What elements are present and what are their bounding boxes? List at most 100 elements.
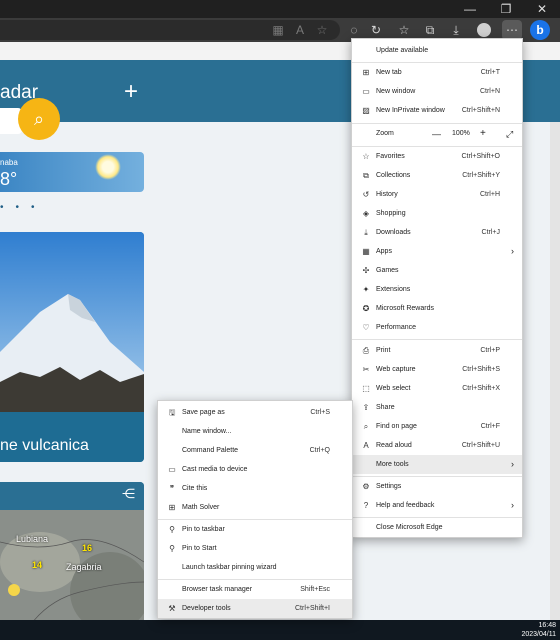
menu-item-close-edge[interactable]: Close Microsoft Edge <box>352 518 522 537</box>
help-icon: ? <box>363 501 369 510</box>
app-available-icon[interactable]: ▦ <box>268 20 288 40</box>
collections-icon: ⧉ <box>363 171 369 180</box>
math-solver-icon: ⊞ <box>168 503 176 512</box>
taskbar-clock[interactable]: 16:48 2023/04/11 <box>521 621 556 639</box>
new-window-icon: ▭ <box>362 87 370 96</box>
read-aloud-icon[interactable]: A <box>290 20 310 40</box>
submenu-item-pin-taskbar[interactable]: ⚲ Pin to taskbar <box>158 520 352 539</box>
extensions-icon: ✦ <box>362 285 370 294</box>
menu-item-settings[interactable]: ⚙ Settings <box>352 477 522 496</box>
find-icon: ⌕ <box>363 422 369 431</box>
page-scrollbar[interactable] <box>550 122 560 620</box>
menu-item-downloads[interactable]: ⤓ Downloads Ctrl+J <box>352 223 522 242</box>
refresh-icon[interactable]: ↻ <box>366 20 386 40</box>
submenu-item-pin-wizard[interactable]: Launch taskbar pinning wizard <box>158 558 352 577</box>
favorites-star-icon: ☆ <box>362 152 370 161</box>
weather-city: naba <box>0 158 18 167</box>
carousel-dots[interactable]: ••• <box>0 202 47 213</box>
weather-map-image <box>0 482 144 620</box>
submenu-item-task-manager[interactable]: Browser task manager Shift+Esc <box>158 580 352 599</box>
weather-card[interactable]: naba 8° <box>0 152 144 192</box>
history-icon: ↺ <box>362 190 370 199</box>
map-temperature: 16 <box>82 543 93 553</box>
sun-icon <box>95 154 121 180</box>
menu-item-shopping[interactable]: ◈ Shopping <box>352 204 522 223</box>
submenu-item-cast[interactable]: ▭ Cast media to device <box>158 460 352 479</box>
menu-item-new-window[interactable]: ▭ New window Ctrl+N <box>352 82 522 101</box>
maximize-button[interactable]: ❐ <box>488 0 524 18</box>
minimize-button[interactable]: — <box>452 0 488 18</box>
bing-copilot-button[interactable]: b <box>530 20 550 40</box>
chevron-right-icon: › <box>511 500 514 510</box>
pin-icon: ⚲ <box>169 544 175 553</box>
menu-item-performance[interactable]: ♡ Performance <box>352 318 522 337</box>
zoom-in-button[interactable]: + <box>480 124 486 144</box>
submenu-item-developer-tools[interactable]: ⚒ Developer tools Ctrl+Shift+I <box>158 599 352 618</box>
submenu-item-save-page[interactable]: 🖫 Save page as Ctrl+S <box>158 403 352 422</box>
performance-heart-icon: ♡ <box>362 323 370 332</box>
new-tab-icon: ⊞ <box>362 68 370 77</box>
menu-item-history[interactable]: ↺ History Ctrl+H <box>352 185 522 204</box>
tracking-icon[interactable]: ◌ <box>344 20 364 40</box>
close-window-button[interactable]: ✕ <box>524 0 560 18</box>
settings-and-more-button[interactable]: ⋯ <box>502 20 522 40</box>
submenu-item-name-window[interactable]: Name window... <box>158 422 352 441</box>
map-city-label: Zagabria <box>66 562 102 572</box>
menu-item-print[interactable]: ⎙ Print Ctrl+P <box>352 341 522 360</box>
submenu-item-math-solver[interactable]: ⊞ Math Solver <box>158 498 352 517</box>
weather-map-card[interactable]: ⋲ Lubiana Zagabria 16 14 <box>0 482 144 620</box>
menu-item-new-tab[interactable]: ⊞ New tab Ctrl+T <box>352 63 522 82</box>
rewards-medal-icon: ✪ <box>362 304 370 313</box>
gear-icon: ⚙ <box>362 482 370 491</box>
web-select-icon: ⬚ <box>362 384 370 393</box>
menu-item-games[interactable]: ✣ Games <box>352 261 522 280</box>
share-icon[interactable]: ⋲ <box>122 486 135 502</box>
menu-item-share[interactable]: ⇪ Share <box>352 398 522 417</box>
favorite-star-icon[interactable]: ☆ <box>312 20 332 40</box>
cast-icon: ▭ <box>168 465 176 474</box>
update-available-item[interactable]: Update available <box>352 41 522 60</box>
submenu-item-pin-start[interactable]: ⚲ Pin to Start <box>158 539 352 558</box>
fullscreen-icon[interactable]: ⤢ <box>506 124 513 144</box>
menu-item-rewards[interactable]: ✪ Microsoft Rewards <box>352 299 522 318</box>
weather-temperature: 8° <box>0 169 18 189</box>
chevron-right-icon: › <box>511 459 514 469</box>
menu-item-find[interactable]: ⌕ Find on page Ctrl+F <box>352 417 522 436</box>
inprivate-icon: ▨ <box>362 106 370 115</box>
menu-item-collections[interactable]: ⧉ Collections Ctrl+Shift+Y <box>352 166 522 185</box>
menu-item-read-aloud[interactable]: A Read aloud Ctrl+Shift+U <box>352 436 522 455</box>
quote-icon: ❞ <box>169 484 175 493</box>
profile-avatar[interactable] <box>474 20 494 40</box>
more-tools-submenu: 🖫 Save page as Ctrl+S Name window... Com… <box>157 400 353 619</box>
zoom-level: 100% <box>452 130 470 137</box>
menu-item-web-select[interactable]: ⬚ Web select Ctrl+Shift+X <box>352 379 522 398</box>
menu-item-more-tools[interactable]: More tools › <box>352 455 522 474</box>
avatar <box>477 23 491 37</box>
menu-item-extensions[interactable]: ✦ Extensions <box>352 280 522 299</box>
downloads-icon[interactable]: ⤓ <box>446 20 466 40</box>
address-bar[interactable] <box>0 20 340 40</box>
apps-icon: ▦ <box>362 247 370 256</box>
clock-date: 2023/04/11 <box>521 631 556 638</box>
menu-item-favorites[interactable]: ☆ Favorites Ctrl+Shift+O <box>352 147 522 166</box>
collections-icon[interactable]: ⧉ <box>420 20 440 40</box>
taskbar: 16:48 2023/04/11 <box>0 620 560 640</box>
favorites-icon[interactable]: ☆ <box>394 20 414 40</box>
pin-icon: ⚲ <box>169 525 175 534</box>
menu-item-help[interactable]: ? Help and feedback › <box>352 496 522 515</box>
search-button[interactable]: ⌕ <box>18 98 60 140</box>
search-icon: ⌕ <box>33 109 45 129</box>
clock-time: 16:48 <box>538 622 556 629</box>
photo-card[interactable]: ne vulcanica <box>0 232 144 462</box>
menu-item-new-inprivate[interactable]: ▨ New InPrivate window Ctrl+Shift+N <box>352 101 522 120</box>
save-icon: 🖫 <box>168 408 176 417</box>
photo-caption: ne vulcanica <box>0 437 89 454</box>
download-icon: ⤓ <box>364 228 368 237</box>
submenu-item-command-palette[interactable]: Command Palette Ctrl+Q <box>158 441 352 460</box>
menu-item-apps[interactable]: ▦ Apps › <box>352 242 522 261</box>
add-button[interactable]: + <box>124 78 138 106</box>
submenu-item-cite[interactable]: ❞ Cite this <box>158 479 352 498</box>
menu-item-web-capture[interactable]: ✂ Web capture Ctrl+Shift+S <box>352 360 522 379</box>
zoom-out-button[interactable]: — <box>432 124 441 144</box>
settings-and-more-menu: Update available ⊞ New tab Ctrl+T ▭ New … <box>351 38 523 538</box>
